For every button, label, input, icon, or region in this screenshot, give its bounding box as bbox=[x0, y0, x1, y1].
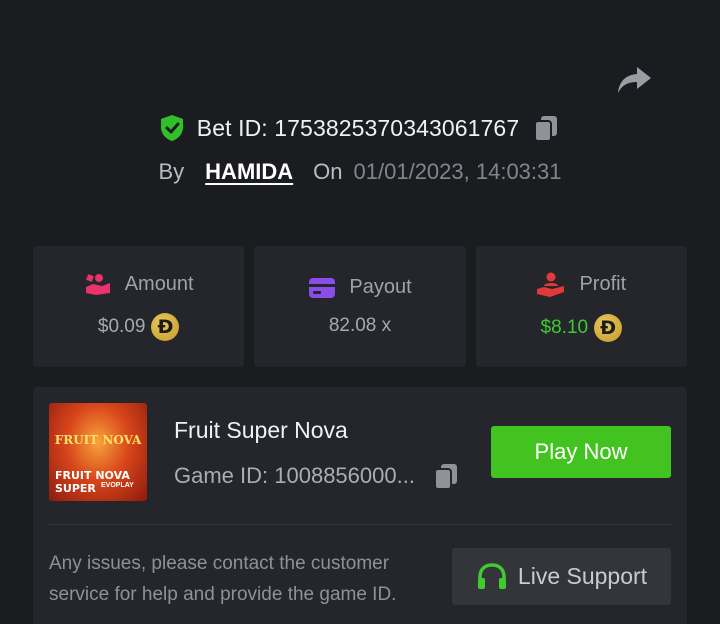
game-card: FRUIT NOVA FRUIT NOVA SUPER EVOPLAY Frui… bbox=[33, 387, 687, 624]
amount-value: $0.09 bbox=[97, 315, 146, 337]
copy-game-id-button[interactable] bbox=[431, 461, 461, 491]
bet-stats: Amount $0.09 Ð Payout 82.08 x Profit $8.… bbox=[33, 246, 687, 367]
live-support-label: Live Support bbox=[517, 563, 648, 589]
username-link[interactable]: HAMIDA bbox=[205, 159, 293, 185]
wallet-card-icon bbox=[309, 277, 336, 298]
bet-date: 01/01/2023, 14:03:31 bbox=[353, 159, 562, 184]
live-support-button[interactable]: Live Support bbox=[452, 548, 671, 605]
verified-shield-icon bbox=[160, 115, 183, 141]
by-label: By bbox=[158, 159, 185, 184]
share-button[interactable] bbox=[615, 62, 655, 98]
headset-icon bbox=[477, 562, 506, 589]
profit-label: Profit bbox=[579, 273, 627, 295]
play-now-button[interactable]: Play Now bbox=[491, 426, 671, 478]
payout-card: Payout 82.08 x bbox=[254, 246, 466, 367]
copy-icon bbox=[534, 116, 558, 142]
payout-label: Payout bbox=[349, 276, 412, 298]
on-label: On bbox=[313, 159, 343, 184]
copy-icon bbox=[433, 464, 457, 490]
thumb-brand: EVOPLAY bbox=[101, 482, 134, 489]
hand-user-icon bbox=[537, 272, 565, 297]
hand-coins-icon bbox=[85, 273, 110, 295]
copy-bet-id-button[interactable] bbox=[531, 113, 561, 143]
amount-card: Amount $0.09 Ð bbox=[33, 246, 245, 367]
share-icon bbox=[618, 67, 651, 93]
doge-coin-icon: Ð bbox=[151, 312, 180, 341]
profit-value: $8.10 bbox=[540, 316, 589, 338]
divider bbox=[49, 524, 671, 525]
game-title: Fruit Super Nova bbox=[174, 417, 348, 443]
profit-card: Profit $8.10 Ð bbox=[475, 246, 687, 367]
support-message: Any issues, please contact the customer … bbox=[49, 553, 397, 605]
doge-coin-icon: Ð bbox=[594, 313, 623, 342]
bet-id-row: Bet ID: 1753825370343061767 bbox=[0, 110, 720, 146]
bet-id: Bet ID: 1753825370343061767 bbox=[196, 114, 520, 141]
game-thumbnail[interactable]: FRUIT NOVA FRUIT NOVA SUPER EVOPLAY bbox=[49, 403, 147, 501]
amount-label: Amount bbox=[124, 273, 194, 295]
game-id-row: Game ID: 1008856000... bbox=[174, 461, 461, 491]
thumb-line-1: FRUIT NOVA bbox=[55, 469, 130, 482]
game-id: Game ID: 1008856000... bbox=[174, 463, 415, 488]
bet-details-page: Bet ID: 1753825370343061767 By HAMIDA On… bbox=[0, 0, 720, 624]
bet-author-row: By HAMIDA On 01/01/2023, 14:03:31 bbox=[0, 155, 720, 189]
thumb-title: FRUIT NOVA bbox=[54, 433, 142, 447]
payout-value: 82.08 x bbox=[328, 315, 392, 336]
